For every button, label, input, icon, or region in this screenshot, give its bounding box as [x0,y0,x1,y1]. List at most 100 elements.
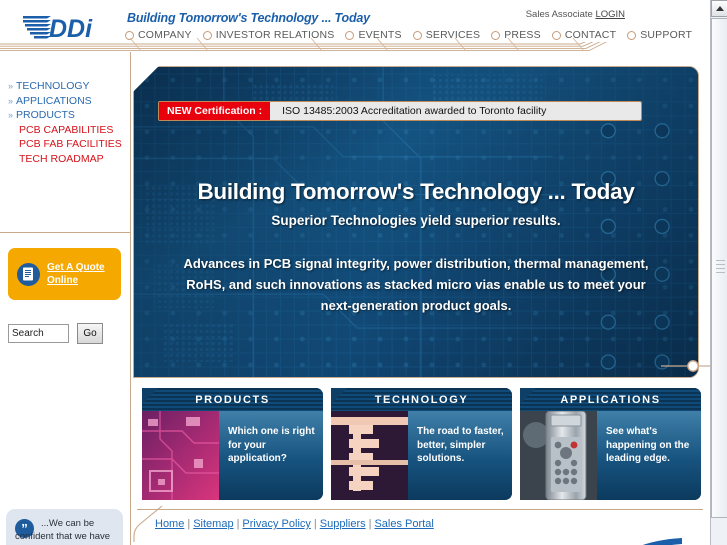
scroll-up-arrow-icon [715,6,724,11]
panel-title: PRODUCTS [195,393,270,406]
panel-text-area: See what's happening on the leading edge… [597,411,701,500]
nav-label: EVENTS [358,29,402,41]
panel-applications[interactable]: APPLICATIONS See what's happening on the… [520,388,701,500]
site-header: DDi Building Tomorrow's Technology ... T… [0,0,710,52]
document-icon [17,262,40,286]
panel-header: TECHNOLOGY [331,388,512,411]
mobile-phone-image [520,411,597,500]
header-decorative-rules [0,42,608,52]
panel-body: See what's happening on the leading edge… [520,411,701,500]
nav-label: CONTACT [564,29,617,41]
chevron-right-icon: » [8,110,14,120]
nav-label: INVESTOR RELATIONS [215,29,335,41]
panel-header: APPLICATIONS [520,388,701,411]
panel-title: TECHNOLOGY [374,393,469,406]
panel-text: The road to faster, better, simpler solu… [417,426,504,464]
left-sidebar: » TECHNOLOGY » APPLICATIONS » PRODUCTS PCB … [0,52,131,545]
vertical-scrollbar[interactable] [710,0,727,545]
sales-associate-label: Sales Associate [525,9,593,20]
quote-line-2: Online [47,275,79,286]
circle-bullet-icon [202,30,212,40]
footer-sep: | [313,518,317,530]
get-a-quote-button[interactable]: Get A Quote Online [8,248,121,300]
nav-label: SERVICES [425,29,481,41]
footer-links: Home | Sitemap | Privacy Policy | Suppliers | Sa… [155,518,434,530]
testimonial-box: ” ...We can be confident that we have a … [6,509,123,545]
testimonial-text: ...We can be confident that we have a re… [15,518,111,545]
footer-divider [137,509,703,510]
circle-bullet-icon [412,30,422,40]
footer-link-sitemap[interactable]: Sitemap [193,518,233,530]
hero-body-text: Advances in PCB signal integrity, power … [183,256,649,313]
main-content: NEW Certification : ISO 13485:2003 Accre… [131,52,710,545]
sidebar-item-label: APPLICATIONS [16,94,92,107]
sidebar-item-products[interactable]: » PRODUCTS [8,108,128,123]
header-tagline: Building Tomorrow's Technology ... Today [127,11,370,25]
nav-item-events[interactable]: EVENTS [345,29,401,41]
get-a-quote-label: Get A Quote Online [47,261,105,287]
panel-text-area: Which one is right for your application? [219,411,323,500]
quote-line-1: Get A Quote [47,262,105,273]
ddi-logo[interactable]: DDi [21,12,109,43]
scroll-up-button[interactable] [711,0,727,17]
nav-label: PRESS [504,29,541,41]
ddi-swoosh-logo [642,538,682,545]
sidebar-item-label: TECHNOLOGY [16,80,90,92]
chevron-right-icon: » [8,95,14,106]
panel-products[interactable]: PRODUCTS Which one is right for your app… [142,388,323,500]
sales-associate-login: Sales Associate LOGIN [526,9,625,20]
svg-text:DDi: DDi [49,15,93,42]
footer-link-privacy-policy[interactable]: Privacy Policy [242,518,310,530]
sidebar-item-applications[interactable]: » APPLICATIONS [8,94,128,109]
sidebar-divider [0,232,131,233]
circle-bullet-icon [125,30,134,40]
footer-link-suppliers[interactable]: Suppliers [320,518,366,530]
certification-tag: NEW Certification : [159,102,271,120]
nav-label: SUPPORT [640,29,693,41]
sidebar-nav-list: » TECHNOLOGY » APPLICATIONS » PRODUCTS PCB … [8,79,128,166]
hero-banner: NEW Certification : ISO 13485:2003 Accre… [133,66,699,378]
nav-item-support[interactable]: SUPPORT [627,29,692,41]
panel-technology[interactable]: TECHNOLOGY The road to faster, better, s… [331,388,512,500]
page-root: DDi Building Tomorrow's Technology ... T… [0,0,727,545]
search-go-button[interactable]: Go [77,323,103,344]
sidebar-item-tech-roadmap[interactable]: TECH ROADMAP [8,152,128,167]
circle-bullet-icon [551,30,561,40]
sidebar-item-pcb-fab-facilities[interactable]: PCB FAB FACILITIES [8,137,128,152]
sidebar-item-technology[interactable]: » TECHNOLOGY [8,79,128,94]
microvia-cross-section-image [331,411,408,500]
nav-item-investor-relations[interactable]: INVESTOR RELATIONS [202,29,335,41]
footer-sep: | [187,518,191,530]
sidebar-item-label: PRODUCTS [16,109,75,121]
chevron-right-icon: » [8,81,14,91]
circle-bullet-icon [491,30,501,40]
hero-subhead: Superior Technologies yield superior res… [271,213,561,228]
search-row: Go [8,323,103,344]
circle-bullet-icon [345,30,355,40]
hero-headline: Building Tomorrow's Technology ... Today [197,179,635,204]
sidebar-item-pcb-capabilities[interactable]: PCB CAPABILITIES [8,123,128,138]
certification-message: ISO 13485:2003 Accreditation awarded to … [270,102,642,120]
hero-decorative-node [661,360,710,372]
panel-body: The road to faster, better, simpler solu… [331,411,512,500]
panel-text-area: The road to faster, better, simpler solu… [408,411,512,500]
panel-header: PRODUCTS [142,388,323,411]
nav-label: COMPANY [138,29,192,41]
login-link[interactable]: LOGIN [595,9,625,20]
scrollbar-thumb[interactable] [711,18,727,518]
nav-item-services[interactable]: SERVICES [412,29,481,41]
pcb-magenta-image [142,411,219,500]
main-nav: COMPANY INVESTOR RELATIONS EVENTS SERVIC… [125,29,703,41]
nav-item-contact[interactable]: CONTACT [551,29,617,41]
panel-text: Which one is right for your application? [228,426,315,464]
nav-item-company[interactable]: COMPANY [125,29,192,41]
footer-link-sales-portal[interactable]: Sales Portal [374,518,433,530]
feature-panels: PRODUCTS Which one is right for your app… [142,388,702,500]
nav-item-press[interactable]: PRESS [491,29,541,41]
footer-link-home[interactable]: Home [155,518,184,530]
panel-body: Which one is right for your application? [142,411,323,500]
search-input[interactable] [8,324,69,343]
panel-title: APPLICATIONS [560,393,661,406]
circle-bullet-icon [627,30,637,40]
certification-banner[interactable]: NEW Certification : ISO 13485:2003 Accre… [158,101,643,121]
